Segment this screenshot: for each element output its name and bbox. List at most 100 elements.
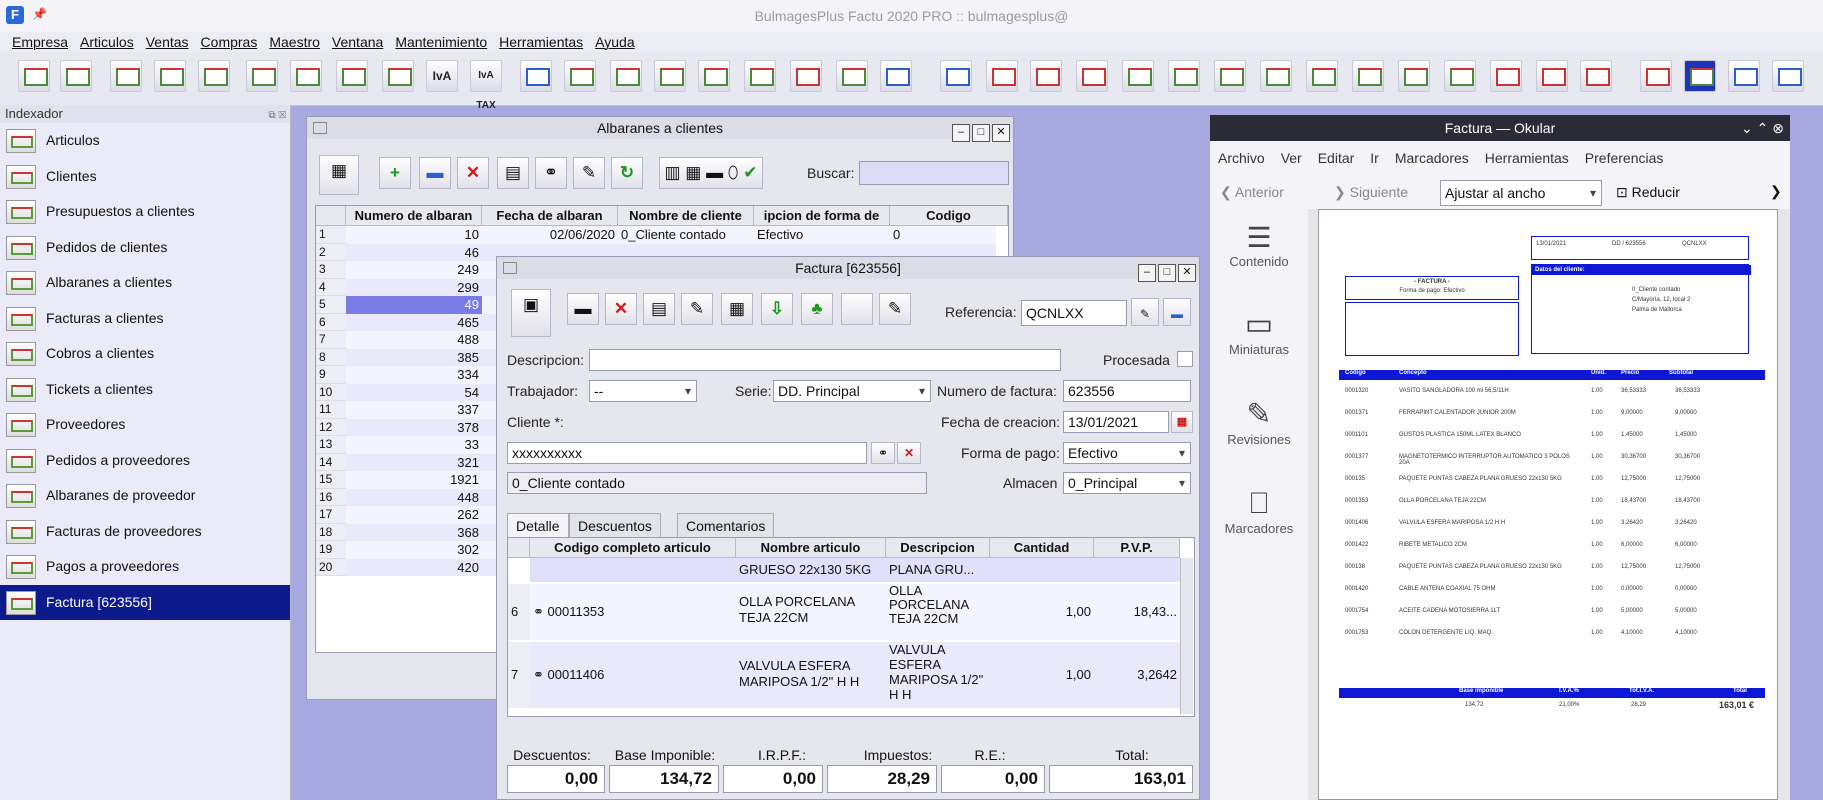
- cell-fecha-albaran[interactable]: 02/06/2020: [482, 226, 618, 244]
- contenido-button[interactable]: ☰ Contenido: [1210, 221, 1308, 269]
- cell-numero-albaran[interactable]: 54: [346, 383, 482, 401]
- tab-detalle[interactable]: Detalle: [507, 513, 569, 538]
- siguiente-button[interactable]: ❯ Siguiente: [1334, 184, 1408, 201]
- sidebar-item-facturas-clientes[interactable]: Facturas a clientes: [0, 301, 290, 337]
- edit-button[interactable]: ✎: [681, 293, 713, 325]
- reducir-button[interactable]: ⊡ Reducir: [1616, 184, 1680, 201]
- toolbar-window-button[interactable]: [1728, 60, 1760, 92]
- line-nombre[interactable]: OLLA PORCELANA TEJA 22CM: [736, 584, 886, 640]
- partial-row-desc[interactable]: PLANA GRU...: [886, 558, 990, 582]
- sidebar-item-clientes[interactable]: Clientes: [0, 159, 290, 195]
- revisiones-button[interactable]: ✎ Revisiones: [1210, 397, 1308, 447]
- cell-numero-albaran[interactable]: 302: [346, 541, 482, 559]
- toolbar-button-15[interactable]: [654, 60, 686, 92]
- toolbar-button-29[interactable]: [1306, 60, 1338, 92]
- cell-numero-albaran[interactable]: 49: [346, 296, 482, 314]
- cell-numero-albaran[interactable]: 10: [346, 226, 482, 244]
- toolbar-iva-button[interactable]: IvA: [426, 60, 458, 92]
- col-nombre-articulo[interactable]: Nombre articulo: [736, 538, 886, 558]
- sidebar-item-proveedores[interactable]: Proveedores: [0, 407, 290, 443]
- edit-button[interactable]: ✎: [573, 157, 605, 189]
- referencia-save-button[interactable]: ▬: [1163, 298, 1191, 326]
- line-cantidad[interactable]: 1,00: [990, 584, 1094, 640]
- menu-empresa[interactable]: Empresa: [6, 32, 74, 52]
- line-nombre[interactable]: VALVULA ESFERA MARIPOSA 1/2" H H: [736, 642, 886, 708]
- sidebar-item-facturas-proveedores[interactable]: Facturas de proveedores: [0, 514, 290, 550]
- blank-button[interactable]: [841, 293, 873, 325]
- col-fecha-albaran[interactable]: Fecha de albaran: [482, 206, 618, 226]
- zoom-select[interactable]: Ajustar al ancho: [1440, 180, 1602, 206]
- toolbar-button-22[interactable]: [986, 60, 1018, 92]
- anterior-button[interactable]: ❮ Anterior: [1220, 184, 1284, 201]
- col-forma-pago[interactable]: ipcion de forma de: [754, 206, 890, 226]
- refresh-button[interactable]: ↻: [611, 157, 643, 189]
- toolbar-presupuestos-button[interactable]: [110, 60, 142, 92]
- marcadores-button[interactable]: ⎕ Marcadores: [1210, 487, 1308, 536]
- fecha-input[interactable]: 13/01/2021: [1063, 411, 1169, 433]
- generate-button[interactable]: ⇩: [761, 293, 793, 325]
- toolbar-button-28[interactable]: [1260, 60, 1292, 92]
- toolbar-articulos-button[interactable]: [18, 60, 50, 92]
- toolbar-button-31[interactable]: [1398, 60, 1430, 92]
- partial-row-rest[interactable]: [990, 558, 1180, 582]
- cell-nombre-cliente[interactable]: 0_Cliente contado: [618, 226, 754, 244]
- almacen-select[interactable]: 0_Principal: [1063, 472, 1191, 494]
- toolbar-config-button[interactable]: [1684, 60, 1716, 92]
- menu-ayuda[interactable]: Ayuda: [589, 32, 640, 52]
- menu-herramientas[interactable]: Herramientas: [493, 32, 589, 52]
- binoculars-icon[interactable]: ⚭: [535, 157, 567, 189]
- add-button[interactable]: +: [379, 157, 411, 189]
- partial-row-nombre[interactable]: GRUESO 22x130 5KG: [736, 558, 886, 582]
- numero-factura-input[interactable]: 623556: [1063, 380, 1191, 402]
- col-cantidad[interactable]: Cantidad: [990, 538, 1094, 558]
- close-button[interactable]: ✕: [1178, 264, 1196, 282]
- save-button[interactable]: ▬: [419, 157, 451, 189]
- sidebar-item-factura-open[interactable]: Factura [623556]: [0, 584, 290, 620]
- cell-numero-albaran[interactable]: 262: [346, 506, 482, 524]
- okular-menu-archivo[interactable]: Archivo: [1210, 141, 1273, 175]
- delete-button[interactable]: ✕: [605, 293, 637, 325]
- toolbar-button-20[interactable]: [880, 60, 912, 92]
- referencia-input[interactable]: QCNLXX: [1021, 300, 1127, 326]
- toolbar-albaranes-button[interactable]: [246, 60, 278, 92]
- toolbar-button-21[interactable]: [940, 60, 972, 92]
- referencia-edit-button[interactable]: ✎: [1131, 298, 1159, 326]
- minimize-button[interactable]: –: [1138, 264, 1156, 282]
- cell-codigo[interactable]: 0: [890, 226, 996, 244]
- line-pvp[interactable]: 18,43...: [1094, 584, 1180, 640]
- maximize-button[interactable]: □: [1158, 264, 1176, 282]
- sidebar-item-albaranes-proveedor[interactable]: Albaranes de proveedor: [0, 478, 290, 514]
- toolbar-button-12[interactable]: [520, 60, 552, 92]
- duplicate-button[interactable]: ▦: [721, 293, 753, 325]
- forma-pago-select[interactable]: Efectivo: [1063, 442, 1191, 464]
- col-numero-albaran[interactable]: Numero de albaran: [346, 206, 482, 226]
- menu-ventas[interactable]: Ventas: [140, 32, 195, 52]
- col-descripcion[interactable]: Descripcion: [886, 538, 990, 558]
- miniaturas-button[interactable]: ▭ Miniaturas: [1210, 307, 1308, 357]
- view-options-button[interactable]: ▥ ▦ ▬ ⬯ ✔: [659, 157, 763, 189]
- toolbar-tickets-button[interactable]: [382, 60, 414, 92]
- clear-cliente-button[interactable]: ✕: [897, 442, 921, 464]
- procesada-checkbox[interactable]: [1177, 351, 1193, 367]
- print-button[interactable]: ▤: [497, 157, 529, 189]
- sidebar-item-pagos-proveedores[interactable]: Pagos a proveedores: [0, 549, 290, 585]
- partial-row-codigo[interactable]: [530, 558, 736, 582]
- toolbar-button-27[interactable]: [1214, 60, 1246, 92]
- buscar-input[interactable]: [859, 161, 1009, 185]
- cell-numero-albaran[interactable]: 420: [346, 558, 482, 576]
- col-pvp[interactable]: P.V.P.: [1094, 538, 1180, 558]
- toolbar-power-button[interactable]: [1640, 60, 1672, 92]
- window-controls[interactable]: ⌄ ⌃ ⊗: [1741, 115, 1784, 141]
- cell-numero-albaran[interactable]: 321: [346, 453, 482, 471]
- cell-forma-pago[interactable]: Efectivo: [754, 226, 890, 244]
- okular-menu-editar[interactable]: Editar: [1310, 141, 1363, 175]
- line-codigo[interactable]: ⚭ 00011406: [530, 642, 736, 708]
- toolbar-button-18[interactable]: [790, 60, 822, 92]
- new-albaran-button[interactable]: ▦: [319, 155, 359, 195]
- toolbar-button-19[interactable]: [836, 60, 868, 92]
- tab-comentarios[interactable]: Comentarios: [677, 513, 775, 538]
- okular-menu-ir[interactable]: Ir: [1362, 141, 1387, 175]
- toolbar-clientes-button[interactable]: [60, 60, 92, 92]
- toolbar-button-26[interactable]: [1168, 60, 1200, 92]
- sidebar-item-pedidos-clientes[interactable]: Pedidos de clientes: [0, 230, 290, 266]
